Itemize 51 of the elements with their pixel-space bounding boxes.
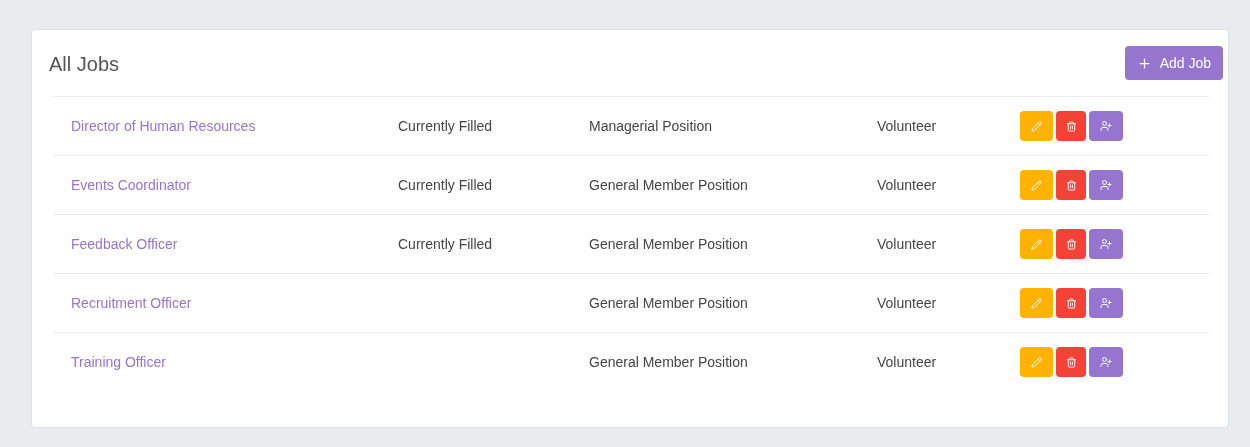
user-plus-icon: [1100, 297, 1112, 309]
job-title-link[interactable]: Director of Human Resources: [71, 117, 256, 134]
edit-button[interactable]: [1020, 229, 1053, 259]
pencil-icon: [1031, 238, 1042, 250]
trash-icon: [1065, 297, 1077, 309]
job-title-link[interactable]: Feedback Officer: [71, 235, 178, 252]
pencil-icon: [1031, 120, 1042, 132]
position-text: General Member Position: [589, 235, 748, 252]
status-text: Currently Filled: [398, 117, 493, 134]
status-text: Currently Filled: [398, 235, 493, 252]
pencil-icon: [1031, 297, 1042, 309]
edit-button[interactable]: [1020, 111, 1053, 141]
panel-title: All Jobs: [49, 52, 120, 77]
user-plus-icon: [1100, 238, 1112, 250]
position-text: General Member Position: [589, 294, 748, 311]
trash-icon: [1065, 120, 1077, 132]
delete-button[interactable]: [1056, 288, 1086, 318]
user-plus-icon: [1100, 179, 1112, 191]
user-plus-icon: [1100, 356, 1112, 368]
job-type-text: Volunteer: [877, 176, 937, 193]
pencil-icon: [1031, 179, 1042, 191]
edit-button[interactable]: [1020, 288, 1053, 318]
assign-person-button[interactable]: [1089, 111, 1123, 141]
trash-icon: [1065, 356, 1077, 368]
delete-button[interactable]: [1056, 229, 1086, 259]
assign-person-button[interactable]: [1089, 229, 1123, 259]
job-type-text: Volunteer: [877, 235, 937, 252]
pencil-icon: [1031, 356, 1042, 368]
assign-person-button[interactable]: [1089, 170, 1123, 200]
status-text: Currently Filled: [398, 176, 493, 193]
job-type-text: Volunteer: [877, 353, 937, 370]
user-plus-icon: [1100, 120, 1112, 132]
delete-button[interactable]: [1056, 170, 1086, 200]
assign-person-button[interactable]: [1089, 288, 1123, 318]
position-text: Managerial Position: [589, 117, 712, 134]
job-title-link[interactable]: Training Officer: [71, 353, 166, 370]
job-title-link[interactable]: Events Coordinator: [71, 176, 191, 193]
job-title-link[interactable]: Recruitment Officer: [71, 294, 192, 311]
position-text: General Member Position: [589, 353, 748, 370]
edit-button[interactable]: [1020, 347, 1053, 377]
edit-button[interactable]: [1020, 170, 1053, 200]
job-type-text: Volunteer: [877, 117, 937, 134]
plus-icon: [1136, 55, 1152, 71]
assign-person-button[interactable]: [1089, 347, 1123, 377]
delete-button[interactable]: [1056, 347, 1086, 377]
position-text: General Member Position: [589, 176, 748, 193]
add-job-button[interactable]: Add Job: [1124, 46, 1223, 80]
delete-button[interactable]: [1056, 111, 1086, 141]
trash-icon: [1065, 238, 1077, 250]
job-type-text: Volunteer: [877, 294, 937, 311]
trash-icon: [1065, 179, 1077, 191]
